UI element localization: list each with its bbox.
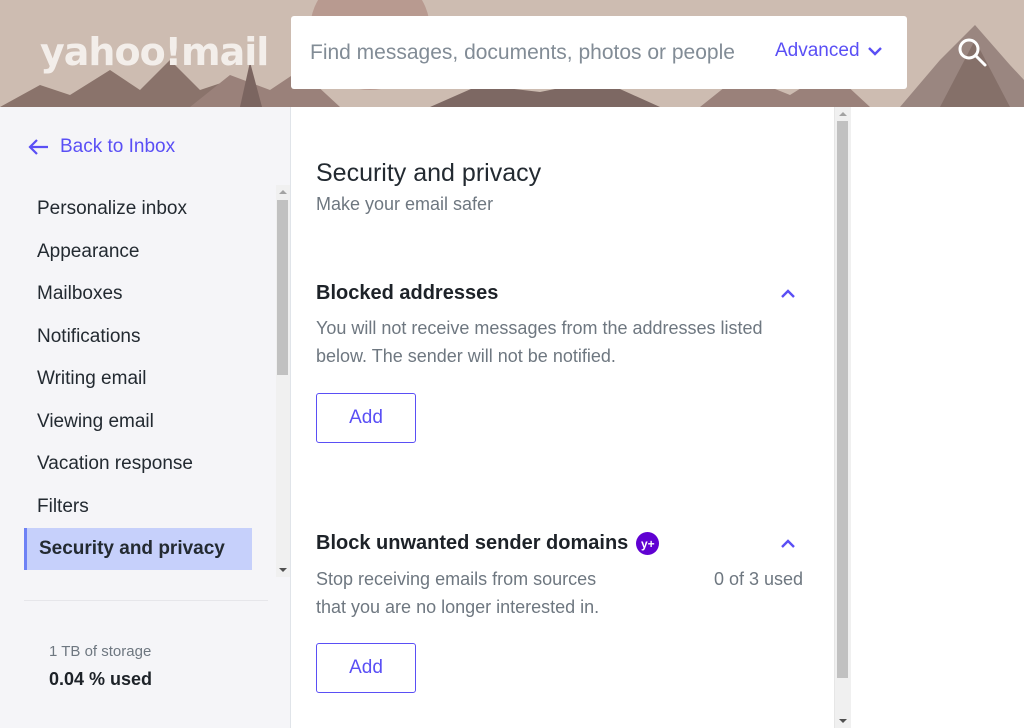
scrollbar-thumb[interactable] xyxy=(837,121,848,678)
sidebar-item-filters[interactable]: Filters xyxy=(24,486,252,529)
back-to-inbox-link[interactable]: Back to Inbox xyxy=(28,136,175,158)
sidebar-divider xyxy=(24,600,268,601)
description-line: Stop receiving emails from sources xyxy=(316,569,597,589)
yahoo-plus-badge-icon: y+ xyxy=(636,532,660,555)
search-input[interactable] xyxy=(310,40,760,65)
yahoo-mail-logo[interactable]: yahoo!mail xyxy=(40,30,269,74)
page-title: Security and privacy xyxy=(316,159,542,187)
scroll-down-arrow-icon[interactable] xyxy=(839,719,847,723)
settings-nav: Personalize inbox Appearance Mailboxes N… xyxy=(24,188,252,570)
chevron-up-icon[interactable] xyxy=(780,288,796,300)
usage-count: 0 of 3 used xyxy=(714,569,804,589)
sidebar-item-personalize-inbox[interactable]: Personalize inbox xyxy=(24,188,252,231)
header: yahoo!mail Advanced xyxy=(0,0,1024,107)
arrow-left-icon xyxy=(28,139,48,155)
chevron-down-icon xyxy=(867,47,882,56)
settings-sidebar: Back to Inbox Personalize inbox Appearan… xyxy=(0,107,290,728)
right-pane xyxy=(851,107,1024,728)
scroll-down-arrow-icon[interactable] xyxy=(279,568,287,572)
storage-label: 1 TB of storage xyxy=(49,643,152,660)
scroll-up-arrow-icon[interactable] xyxy=(279,190,287,194)
description-line: You will not receive messages from the a… xyxy=(316,318,763,338)
add-blocked-address-button[interactable]: Add xyxy=(316,393,416,443)
advanced-label: Advanced xyxy=(775,40,860,61)
advanced-search-button[interactable]: Advanced xyxy=(775,40,882,62)
description-line: that you are no longer interested in. xyxy=(316,597,600,617)
blocked-addresses-heading: Blocked addresses xyxy=(316,282,498,305)
scroll-up-arrow-icon[interactable] xyxy=(839,112,847,116)
sidebar-item-writing-email[interactable]: Writing email xyxy=(24,358,252,401)
block-domains-heading: Block unwanted sender domains y+ xyxy=(316,532,660,555)
scrollbar-thumb[interactable] xyxy=(277,200,288,375)
blocked-addresses-description: You will not receive messages from the a… xyxy=(316,314,763,370)
block-domains-description: Stop receiving emails from sources that … xyxy=(316,565,599,621)
description-line: below. The sender will not be notified. xyxy=(316,346,616,366)
sidebar-item-mailboxes[interactable]: Mailboxes xyxy=(24,273,252,316)
sidebar-item-appearance[interactable]: Appearance xyxy=(24,231,252,274)
page-subtitle: Make your email safer xyxy=(316,194,494,214)
content-scrollbar[interactable] xyxy=(834,107,851,728)
search-icon[interactable] xyxy=(955,35,991,71)
add-blocked-domain-button[interactable]: Add xyxy=(316,643,416,693)
storage-used: 0.04 % used xyxy=(49,669,153,689)
settings-content: Security and privacy Make your email saf… xyxy=(290,107,834,728)
section-title: Blocked addresses xyxy=(316,282,499,304)
sidebar-item-security-and-privacy[interactable]: Security and privacy xyxy=(24,528,252,570)
sidebar-item-viewing-email[interactable]: Viewing email xyxy=(24,401,252,444)
sidebar-item-notifications[interactable]: Notifications xyxy=(24,316,252,359)
chevron-up-icon[interactable] xyxy=(780,538,796,550)
back-to-inbox-label: Back to Inbox xyxy=(60,136,176,157)
sidebar-item-vacation-response[interactable]: Vacation response xyxy=(24,443,252,486)
section-title: Block unwanted sender domains xyxy=(316,532,629,554)
search-bar: Advanced xyxy=(291,16,907,89)
sidebar-scrollbar[interactable] xyxy=(276,185,290,577)
